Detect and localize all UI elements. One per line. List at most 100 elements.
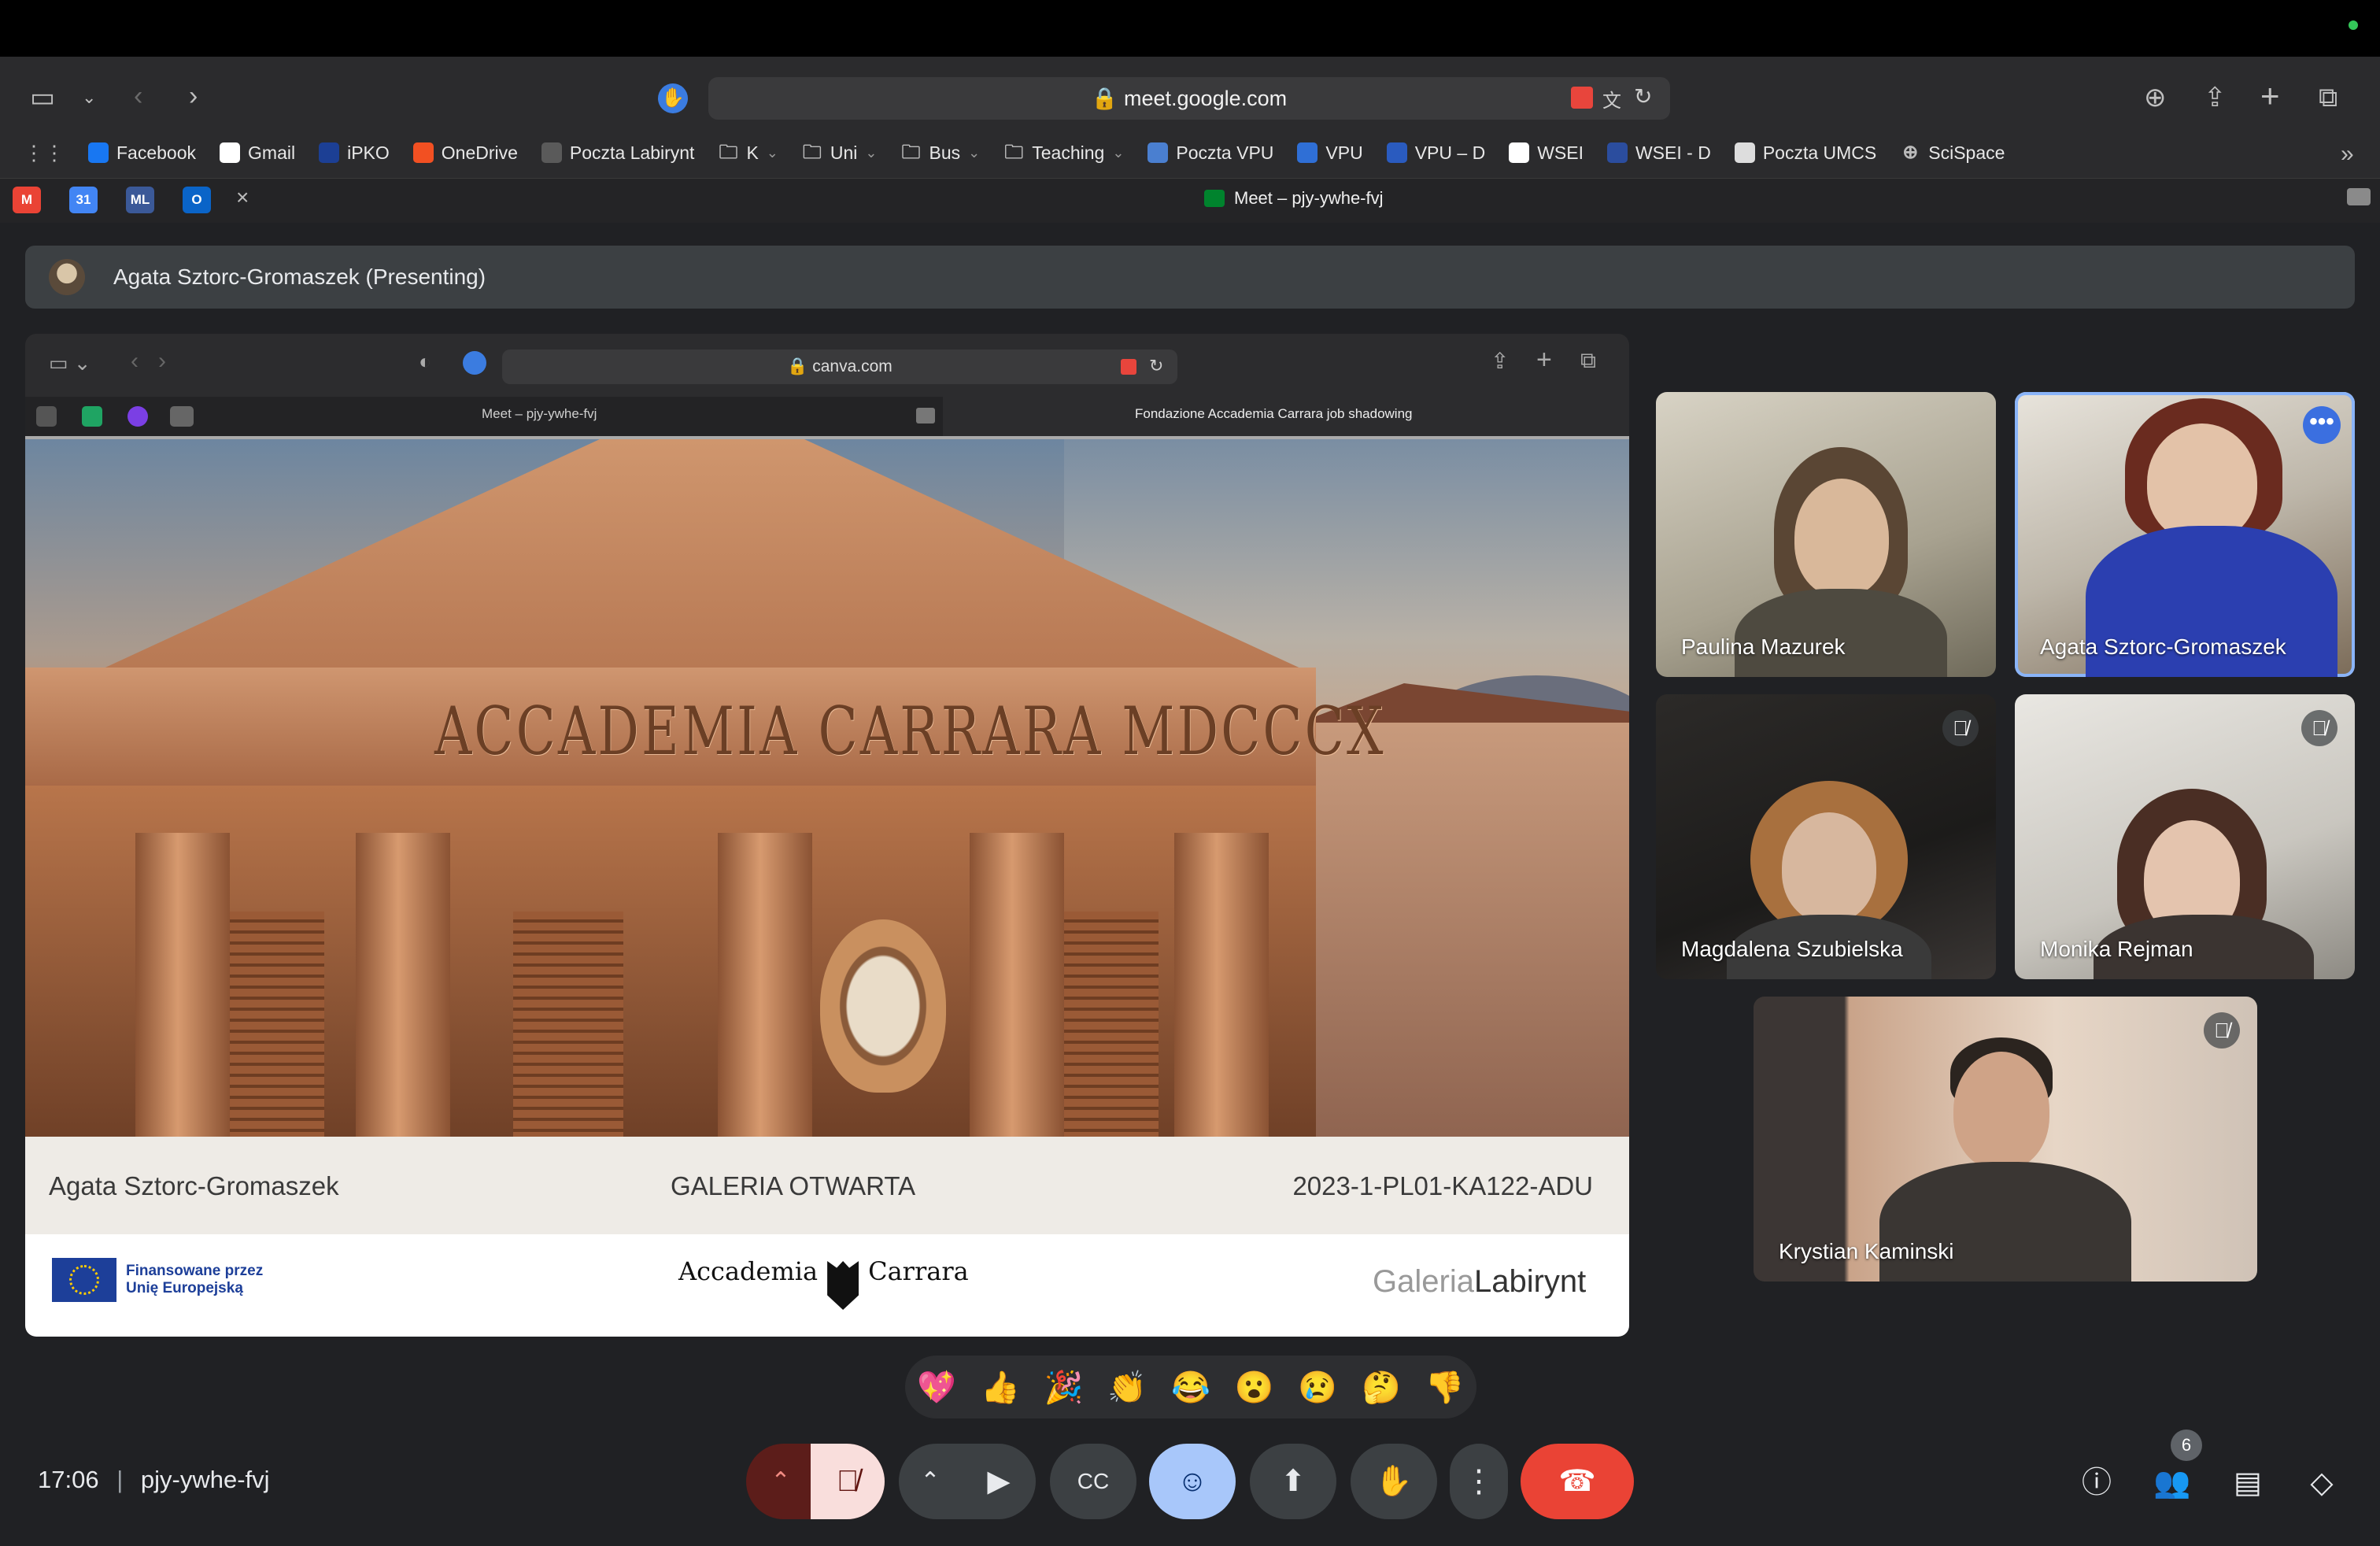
participant-name: Krystian Kaminski bbox=[1779, 1239, 1954, 1263]
bookmark-label: Gmail bbox=[248, 142, 296, 163]
eu-flag-icon bbox=[52, 1258, 116, 1302]
forward-button[interactable]: › bbox=[189, 80, 198, 112]
apps-grid-icon[interactable]: ⋮⋮ bbox=[24, 137, 65, 168]
outlook-icon[interactable]: O bbox=[183, 187, 211, 213]
present-screen-button[interactable]: ⬆ bbox=[1250, 1444, 1336, 1519]
participant-tile[interactable]: Paulina Mazurek bbox=[1656, 392, 1996, 677]
chevron-down-icon[interactable]: ⌄ bbox=[82, 82, 96, 113]
camera-indicator-icon bbox=[2349, 20, 2358, 30]
bookmarks-overflow-icon[interactable]: » bbox=[2341, 139, 2354, 170]
new-tab-icon[interactable]: + bbox=[2260, 80, 2280, 113]
reaction-emoji[interactable]: 💖 bbox=[917, 1369, 956, 1406]
download-icon[interactable]: ⊕ bbox=[2144, 82, 2167, 113]
video-options-button[interactable]: ⌃ bbox=[899, 1444, 962, 1519]
participant-tile[interactable]: 🎙̸ Krystian Kaminski bbox=[1754, 997, 2257, 1282]
translate-icon[interactable]: 文 bbox=[1602, 85, 1621, 113]
end-call-button[interactable]: ☎ bbox=[1521, 1444, 1634, 1519]
reaction-emoji[interactable]: 😮 bbox=[1235, 1369, 1274, 1406]
sidebar-toggle-icon[interactable]: ▭ bbox=[30, 82, 55, 113]
bookmark-label: WSEI - D bbox=[1635, 142, 1711, 163]
bookmark-item[interactable]: Gmail bbox=[220, 142, 295, 164]
mic-off-button[interactable]: 🎙̸ bbox=[811, 1444, 885, 1519]
sidebar-toggle-icon: ▭ ⌄ bbox=[49, 351, 91, 375]
participant-tile-active[interactable]: ••• Agata Sztorc-Gromaszek bbox=[2015, 392, 2355, 677]
meeting-code: pjy-ywhe-fvj bbox=[140, 1466, 270, 1493]
bookmark-item[interactable]: VPU bbox=[1297, 142, 1363, 164]
more-options-icon[interactable]: ••• bbox=[2303, 406, 2341, 444]
bookmark-item[interactable]: Poczta UMCS bbox=[1734, 142, 1876, 164]
reaction-emoji[interactable]: 👍 bbox=[981, 1369, 1020, 1406]
address-bar[interactable]: 🔒 meet.google.com 文 ↻ bbox=[708, 77, 1670, 120]
bookmark-item[interactable]: 🗀 Teaching ⌄ bbox=[1003, 142, 1124, 164]
bookmark-item[interactable]: iPKO bbox=[319, 142, 390, 164]
folder-icon: 🗀 bbox=[802, 142, 822, 163]
audio-options-button[interactable]: ⌃ bbox=[746, 1444, 815, 1519]
participant-tile[interactable]: 🎙̸ Monika Rejman bbox=[2015, 694, 2355, 979]
bookmark-label: VPU – D bbox=[1414, 142, 1486, 163]
shield-icon: ◐ bbox=[419, 350, 431, 373]
lock-icon: 🔒 bbox=[1091, 87, 1118, 110]
close-tab-icon[interactable]: × bbox=[236, 185, 249, 210]
bookmark-item[interactable]: WSEI bbox=[1509, 142, 1584, 164]
share-icon: ⇪ bbox=[1491, 349, 1510, 373]
chevron-down-icon: ⌄ bbox=[968, 144, 981, 161]
meeting-details-icon[interactable]: ⓘ bbox=[2071, 1458, 2122, 1508]
camera-in-use-icon[interactable] bbox=[1571, 87, 1593, 109]
globe-icon: ⊕ bbox=[1902, 142, 1919, 163]
bookmark-item[interactable]: ⊕ SciSpace bbox=[1900, 142, 2005, 164]
hand-extension-icon[interactable]: ✋ bbox=[658, 83, 688, 113]
reaction-emoji[interactable]: 🎉 bbox=[1044, 1369, 1084, 1406]
emoji-button[interactable]: ☺ bbox=[1149, 1444, 1236, 1519]
raise-hand-button[interactable]: ✋ bbox=[1351, 1444, 1437, 1519]
activities-icon[interactable]: ◇ bbox=[2297, 1458, 2347, 1508]
participant-tile[interactable]: 🎙̸ Magdalena Szubielska bbox=[1656, 694, 1996, 979]
camera-button[interactable]: ▶ bbox=[962, 1444, 1036, 1519]
bookmark-label: Teaching bbox=[1032, 142, 1105, 163]
bookmark-item[interactable]: Poczta Labirynt bbox=[541, 142, 694, 164]
participant-name: Magdalena Szubielska bbox=[1681, 937, 1903, 961]
reload-icon[interactable]: ↻ bbox=[1634, 83, 1652, 109]
accademia-carrara-photo: ACCADEMIA CARRARA MDCCCX bbox=[25, 439, 1629, 1137]
tab-overview-icon: ⧉ bbox=[1580, 348, 1596, 372]
bookmark-item[interactable]: VPU – D bbox=[1386, 142, 1486, 164]
reaction-emoji[interactable]: 👎 bbox=[1425, 1369, 1465, 1406]
meeting-info: 17:06 | pjy-ywhe-fvj bbox=[38, 1466, 270, 1493]
avatar bbox=[49, 259, 85, 295]
bookmark-label: Uni bbox=[830, 142, 858, 163]
bookmark-item[interactable]: Facebook bbox=[88, 142, 196, 164]
slide-logos: Finansowane przez Unię Europejską Accade… bbox=[25, 1234, 1629, 1337]
bookmark-label: Facebook bbox=[116, 142, 197, 163]
chat-icon[interactable]: ▤ bbox=[2223, 1458, 2273, 1508]
bookmark-label: SciSpace bbox=[1928, 142, 2005, 163]
gmail-icon[interactable]: M bbox=[13, 187, 41, 213]
calendar-icon[interactable]: 31 bbox=[69, 187, 98, 213]
participant-name: Monika Rejman bbox=[2040, 937, 2193, 961]
tab-meet[interactable]: Meet – pjy-ywhe-fvj bbox=[1204, 188, 1384, 209]
bookmark-item[interactable]: Poczta VPU bbox=[1148, 142, 1273, 164]
ml-icon[interactable]: ML bbox=[126, 187, 154, 213]
mail-icon bbox=[1148, 142, 1169, 163]
reaction-emoji[interactable]: 😂 bbox=[1171, 1369, 1210, 1406]
shared-browser-toolbar: ▭ ⌄ ‹ › ◐ 🔒 canva.com ↻ ⇪ + ⧉ bbox=[25, 334, 1629, 397]
reaction-emoji[interactable]: 👏 bbox=[1107, 1369, 1147, 1406]
bookmarks-bar: ⋮⋮ Facebook Gmail iPKO OneDrive Poczta Labir… bbox=[24, 135, 2005, 170]
shared-address-bar: 🔒 canva.com ↻ bbox=[502, 350, 1177, 384]
more-options-button[interactable]: ⋮ bbox=[1450, 1444, 1508, 1519]
chevron-down-icon: ⌄ bbox=[865, 144, 878, 161]
nd-icon bbox=[1386, 142, 1407, 163]
people-icon[interactable]: 👥 bbox=[2147, 1458, 2197, 1508]
captions-button[interactable]: CC bbox=[1050, 1444, 1136, 1519]
reaction-emoji[interactable]: 🤔 bbox=[1362, 1369, 1401, 1406]
share-icon[interactable]: ⇪ bbox=[2204, 82, 2227, 113]
bookmark-item[interactable]: WSEI - D bbox=[1606, 142, 1711, 164]
bookmark-item[interactable]: 🗀 Bus ⌄ bbox=[901, 142, 981, 164]
bookmark-item[interactable]: 🗀 Uni ⌄ bbox=[802, 142, 878, 164]
participant-count-badge: 6 bbox=[2171, 1429, 2202, 1461]
bookmark-item[interactable]: OneDrive bbox=[412, 142, 518, 164]
bookmark-item[interactable]: 🗀 K ⌄ bbox=[718, 142, 778, 164]
pinned-tab-icon bbox=[36, 406, 57, 427]
shared-tab-bar: Meet – pjy-ywhe-fvj Fondazione Accademia… bbox=[25, 397, 1629, 436]
tab-overview-icon[interactable]: ⧉ bbox=[2319, 82, 2338, 113]
back-button[interactable]: ‹ bbox=[134, 80, 142, 112]
reaction-emoji[interactable]: 😢 bbox=[1298, 1369, 1337, 1406]
